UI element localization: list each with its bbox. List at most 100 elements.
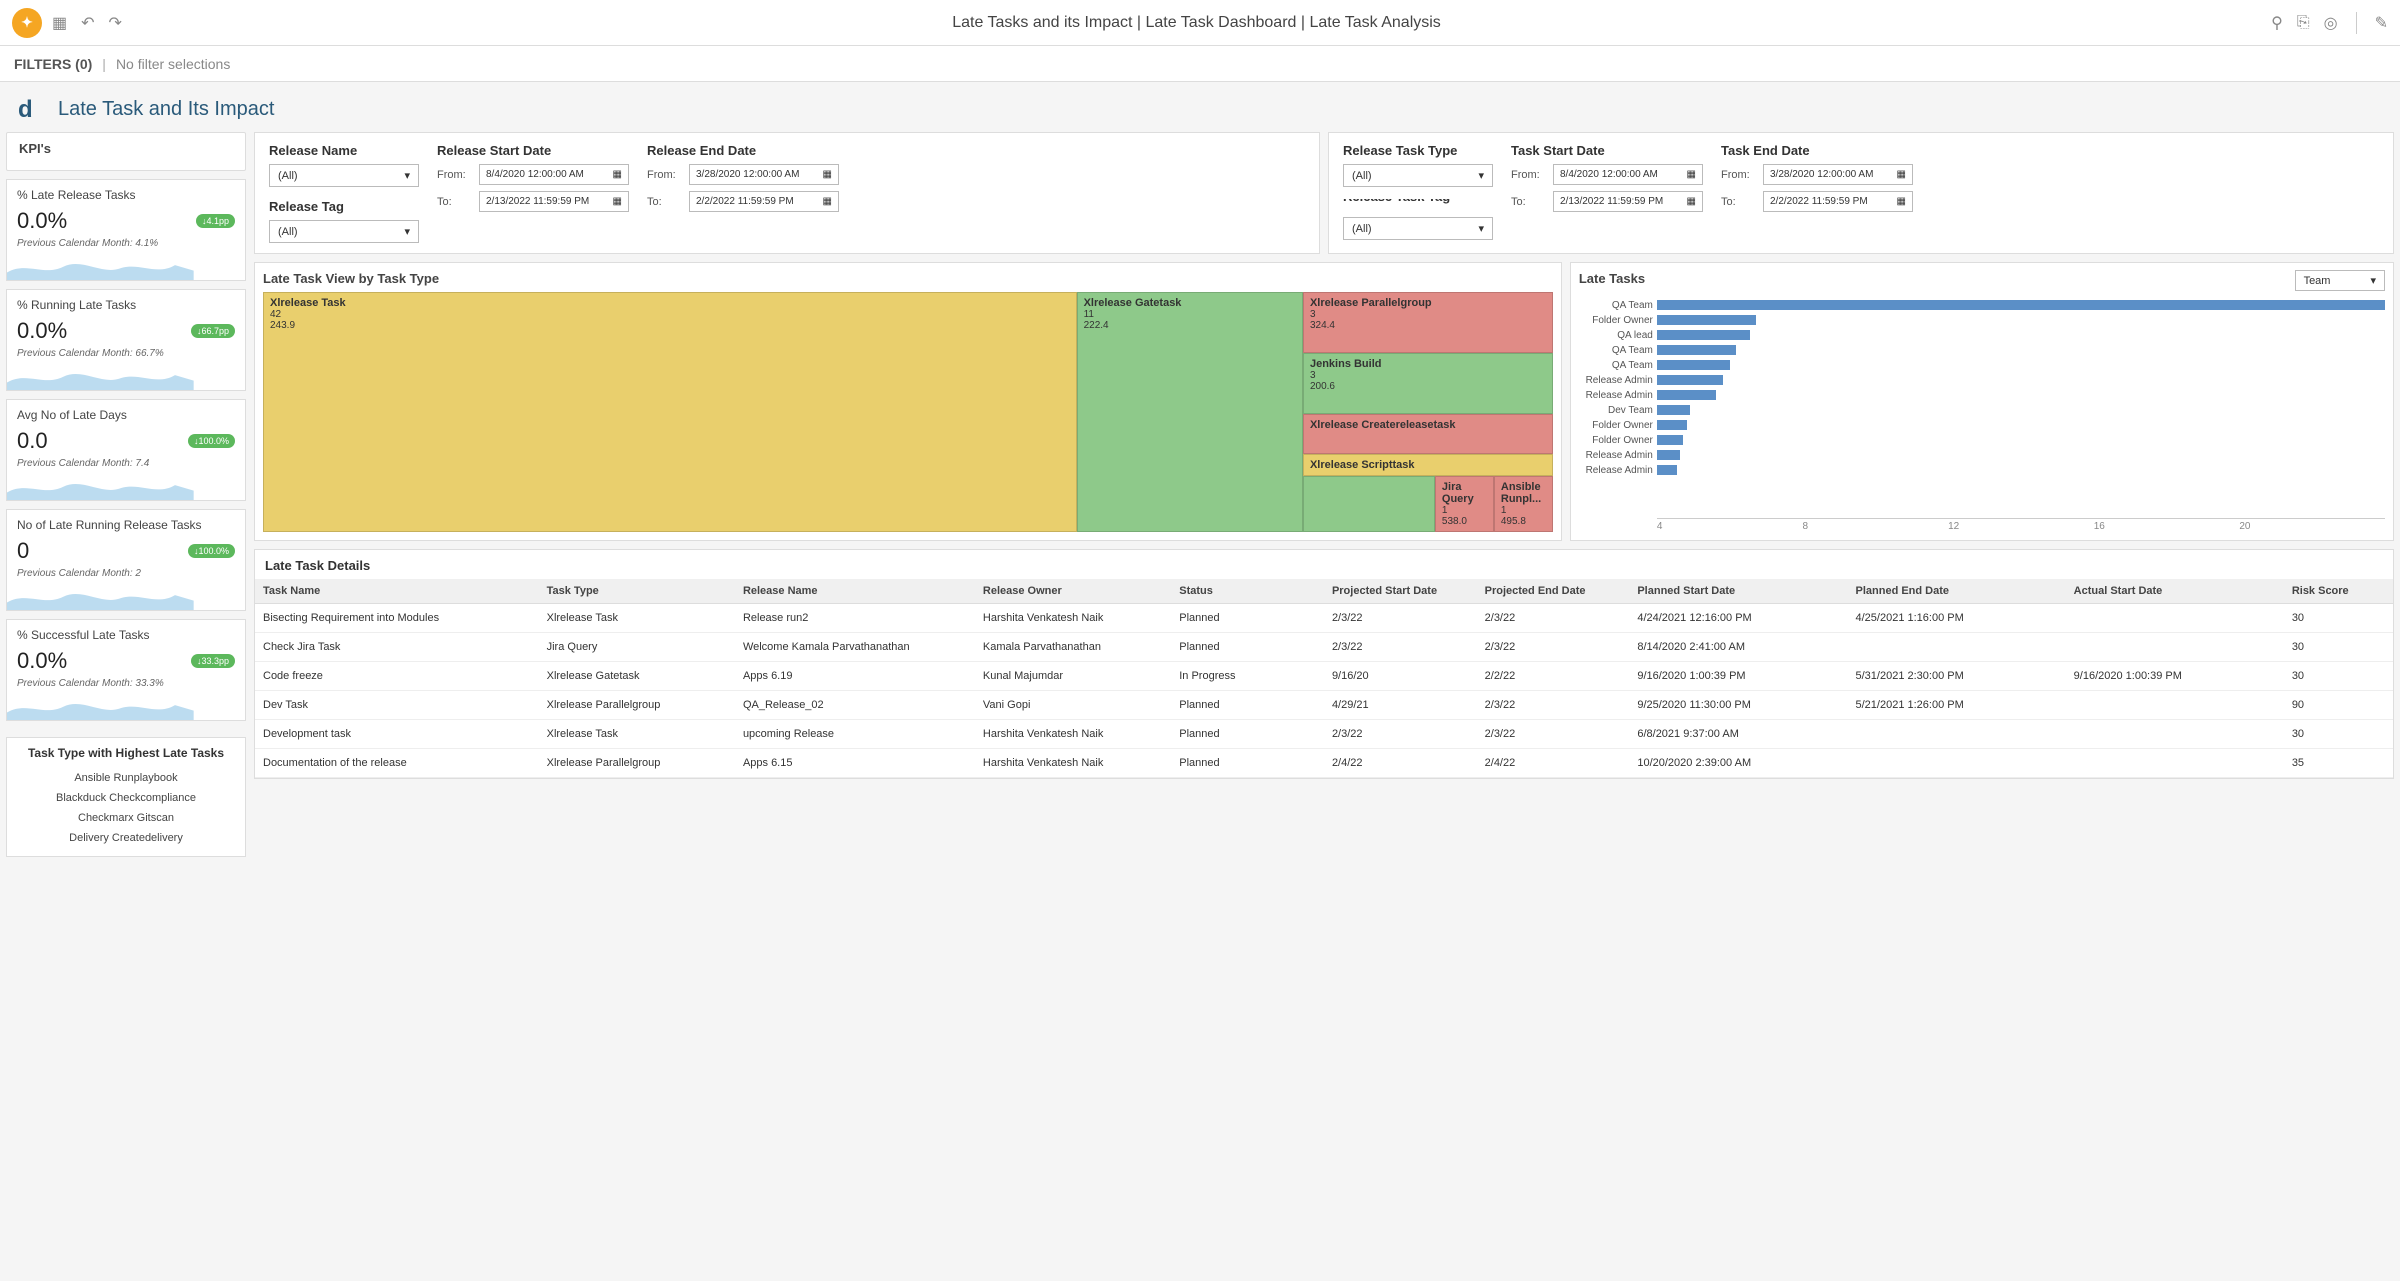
bar-row[interactable]: Release Admin [1579, 388, 2385, 402]
chevron-down-icon: ▾ [1478, 222, 1484, 235]
edit-icon[interactable]: ✎ [2375, 13, 2388, 33]
task-type-item[interactable]: Ansible Runplaybook [15, 768, 237, 788]
table-cell: 2/2/22 [1477, 662, 1630, 691]
bar-row[interactable]: Folder Owner [1579, 418, 2385, 432]
share-icon[interactable]: ⎘ [2297, 14, 2310, 32]
task-type-item[interactable]: Blackduck Checkcompliance [15, 788, 237, 808]
bar-row[interactable]: Dev Team [1579, 403, 2385, 417]
bar-label: Release Admin [1579, 465, 1657, 476]
bar-row[interactable]: QA Team [1579, 358, 2385, 372]
kpi-sub: Previous Calendar Month: 33.3% [17, 678, 235, 689]
treemap-cell-ansible[interactable]: Ansible Runpl... 1 495.8 [1494, 476, 1553, 532]
task-type-item[interactable]: Delivery Createdelivery [15, 828, 237, 848]
details-table: Task NameTask TypeRelease NameRelease Ow… [255, 579, 2393, 778]
treemap-cell-xlrelease-task[interactable]: Xlrelease Task 42 243.9 [263, 292, 1077, 532]
bar-chart[interactable]: QA TeamFolder OwnerQA leadQA TeamQA Team… [1579, 298, 2385, 518]
sparkline [7, 252, 194, 280]
release-start-from[interactable]: 8/4/2020 12:00:00 AM▦ [479, 164, 629, 185]
column-header[interactable]: Projected Start Date [1324, 579, 1477, 604]
column-header[interactable]: Task Type [539, 579, 735, 604]
treemap-cell-parallelgroup[interactable]: Xlrelease Parallelgroup 3 324.4 [1303, 292, 1553, 353]
task-tag-select[interactable]: (All)▾ [1343, 217, 1493, 240]
kpi-card[interactable]: % Late Release Tasks 0.0% ↓4.1pp Previou… [6, 179, 246, 281]
kpi-card[interactable]: % Successful Late Tasks 0.0% ↓33.3pp Pre… [6, 619, 246, 721]
bar-row[interactable]: Release Admin [1579, 448, 2385, 462]
kpi-badge: ↓4.1pp [196, 214, 235, 228]
bar-team-select[interactable]: Team▾ [2295, 270, 2385, 291]
task-type-select[interactable]: (All)▾ [1343, 164, 1493, 187]
table-row[interactable]: Documentation of the releaseXlrelease Pa… [255, 749, 2393, 778]
release-tag-select[interactable]: (All)▾ [269, 220, 419, 243]
task-end-from[interactable]: 3/28/2020 12:00:00 AM▦ [1763, 164, 1913, 185]
column-header[interactable]: Status [1171, 579, 1324, 604]
column-header[interactable]: Release Name [735, 579, 975, 604]
bar-row[interactable]: Release Admin [1579, 463, 2385, 477]
treemap-cell-jenkins[interactable]: Jenkins Build 3 200.6 [1303, 353, 1553, 414]
bar-axis: 48121620 [1657, 518, 2385, 532]
table-row[interactable]: Dev TaskXlrelease ParallelgroupQA_Releas… [255, 691, 2393, 720]
task-start-from[interactable]: 8/4/2020 12:00:00 AM▦ [1553, 164, 1703, 185]
divider [2356, 12, 2357, 34]
table-cell: 8/14/2020 2:41:00 AM [1629, 633, 1847, 662]
table-row[interactable]: Code freezeXlrelease GatetaskApps 6.19Ku… [255, 662, 2393, 691]
task-end-to[interactable]: 2/2/2022 11:59:59 PM▦ [1763, 191, 1913, 212]
release-end-from[interactable]: 3/28/2020 12:00:00 AM▦ [689, 164, 839, 185]
release-end-to[interactable]: 2/2/2022 11:59:59 PM▦ [689, 191, 839, 212]
table-cell: 30 [2284, 720, 2393, 749]
table-cell: upcoming Release [735, 720, 975, 749]
table-cell: Planned [1171, 691, 1324, 720]
column-header[interactable]: Task Name [255, 579, 539, 604]
treemap[interactable]: Xlrelease Task 42 243.9 Xlrelease Gateta… [263, 292, 1553, 532]
release-start-to[interactable]: 2/13/2022 11:59:59 PM▦ [479, 191, 629, 212]
bar-row[interactable]: QA lead [1579, 328, 2385, 342]
table-cell [1848, 720, 2066, 749]
treemap-cell-unnamed-green[interactable] [1303, 476, 1435, 532]
kpi-card[interactable]: Avg No of Late Days 0.0 ↓100.0% Previous… [6, 399, 246, 501]
table-cell: 2/4/22 [1324, 749, 1477, 778]
table-cell: Harshita Venkatesh Naik [975, 604, 1171, 633]
table-row[interactable]: Development taskXlrelease Taskupcoming R… [255, 720, 2393, 749]
undo-icon[interactable]: ↶ [81, 13, 94, 33]
filter-icon[interactable]: ⚲ [2271, 13, 2283, 33]
bar-row[interactable]: Folder Owner [1579, 313, 2385, 327]
treemap-cell-createrelease[interactable]: Xlrelease Createreleasetask [1303, 414, 1553, 454]
column-header[interactable]: Actual Start Date [2066, 579, 2284, 604]
table-cell [2066, 749, 2284, 778]
kpi-card[interactable]: % Running Late Tasks 0.0% ↓66.7pp Previo… [6, 289, 246, 391]
task-type-item[interactable]: Checkmarx Gitscan [15, 808, 237, 828]
table-cell: 5/21/2021 1:26:00 PM [1848, 691, 2066, 720]
app-logo[interactable]: ✦ [12, 8, 42, 38]
bar-row[interactable]: QA Team [1579, 298, 2385, 312]
bar-row[interactable]: QA Team [1579, 343, 2385, 357]
column-header[interactable]: Planned Start Date [1629, 579, 1847, 604]
sparkline [7, 472, 194, 500]
table-row[interactable]: Bisecting Requirement into ModulesXlrele… [255, 604, 2393, 633]
axis-tick: 12 [1948, 521, 2094, 532]
treemap-cell-gatetask[interactable]: Xlrelease Gatetask 11 222.4 [1077, 292, 1303, 532]
table-cell: Xlrelease Task [539, 720, 735, 749]
table-cell: Xlrelease Parallelgroup [539, 691, 735, 720]
bar-row[interactable]: Release Admin [1579, 373, 2385, 387]
bar-row[interactable]: Folder Owner [1579, 433, 2385, 447]
release-name-select[interactable]: (All)▾ [269, 164, 419, 187]
treemap-cell-scripttask[interactable]: Xlrelease Scripttask [1303, 454, 1553, 476]
column-header[interactable]: Release Owner [975, 579, 1171, 604]
table-cell: 30 [2284, 604, 2393, 633]
column-header[interactable]: Risk Score [2284, 579, 2393, 604]
user-icon[interactable]: ◎ [2324, 13, 2338, 33]
panel-icon[interactable]: ▦ [52, 13, 67, 33]
column-header[interactable]: Planned End Date [1848, 579, 2066, 604]
redo-icon[interactable]: ↷ [109, 13, 122, 33]
kpi-sub: Previous Calendar Month: 4.1% [17, 238, 235, 249]
task-end-label: Task End Date [1721, 143, 1913, 158]
page-title-row: d Late Task and Its Impact [0, 82, 2400, 132]
kpi-card[interactable]: No of Late Running Release Tasks 0 ↓100.… [6, 509, 246, 611]
filters-label[interactable]: FILTERS (0) [14, 56, 92, 72]
table-cell: 2/3/22 [1324, 604, 1477, 633]
treemap-cell-jira[interactable]: Jira Query 1 538.0 [1435, 476, 1494, 532]
axis-tick: 20 [2239, 521, 2385, 532]
bar-label: Release Admin [1579, 375, 1657, 386]
table-row[interactable]: Check Jira TaskJira QueryWelcome Kamala … [255, 633, 2393, 662]
task-start-to[interactable]: 2/13/2022 11:59:59 PM▦ [1553, 191, 1703, 212]
column-header[interactable]: Projected End Date [1477, 579, 1630, 604]
